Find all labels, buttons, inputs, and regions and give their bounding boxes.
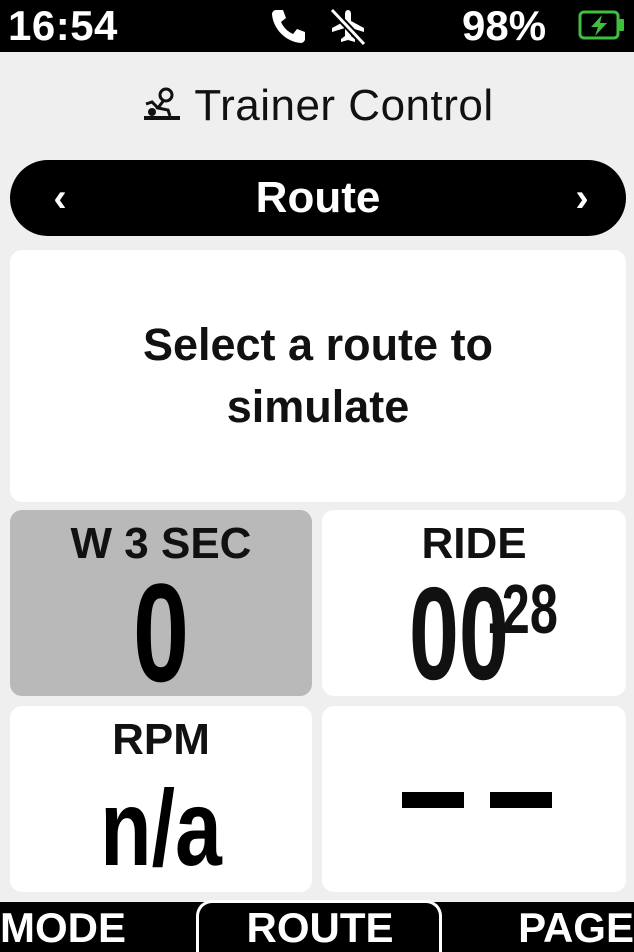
next-mode-button[interactable]: › bbox=[552, 160, 612, 236]
trainer-icon bbox=[140, 86, 184, 127]
battery-percent: 98% bbox=[462, 2, 547, 49]
route-message-card[interactable]: Select a route to simulate bbox=[10, 250, 626, 502]
phone-icon bbox=[268, 6, 308, 46]
page-header: Trainer Control bbox=[0, 76, 634, 136]
cadence-label: RPM bbox=[112, 715, 210, 764]
page-button[interactable]: PAGE bbox=[518, 904, 634, 952]
route-message: Select a route to simulate bbox=[142, 319, 494, 432]
power-3s-field[interactable]: W 3 SEC 0 bbox=[10, 510, 312, 696]
ride-time-seconds: :28 bbox=[484, 570, 558, 648]
cadence-value: n/a bbox=[100, 767, 222, 888]
route-button[interactable]: ROUTE bbox=[198, 904, 442, 952]
empty-value-dash bbox=[402, 792, 464, 808]
battery-charging-icon bbox=[578, 10, 626, 45]
empty-value-dash bbox=[490, 792, 552, 808]
device-screen: 16:54 98% Trainer Control Route ‹ › Sele… bbox=[0, 0, 634, 952]
page-title: Trainer Control bbox=[194, 81, 494, 130]
ride-time-value: 00 :28 bbox=[322, 568, 626, 697]
mode-button[interactable]: MODE bbox=[0, 904, 126, 952]
empty-field-value bbox=[402, 792, 552, 808]
chevron-left-icon: ‹ bbox=[53, 175, 67, 220]
cadence-field[interactable]: RPM n/a bbox=[10, 706, 312, 892]
main-content: Trainer Control Route ‹ › Select a route… bbox=[0, 52, 634, 902]
status-time: 16:54 bbox=[8, 2, 118, 49]
status-bar: 16:54 98% bbox=[0, 0, 634, 52]
bottom-button-bar: MODE ROUTE PAGE bbox=[0, 900, 634, 952]
status-icons bbox=[268, 6, 370, 46]
previous-mode-button[interactable]: ‹ bbox=[30, 160, 90, 236]
mode-selector-label: Route bbox=[255, 173, 381, 222]
airplane-mode-off-icon bbox=[326, 6, 370, 46]
power-3s-value: 0 bbox=[132, 554, 190, 697]
mode-selector: Route ‹ › bbox=[10, 160, 626, 236]
empty-data-field[interactable] bbox=[322, 706, 626, 892]
chevron-right-icon: › bbox=[575, 175, 589, 220]
ride-time-field[interactable]: RIDE 00 :28 bbox=[322, 510, 626, 696]
